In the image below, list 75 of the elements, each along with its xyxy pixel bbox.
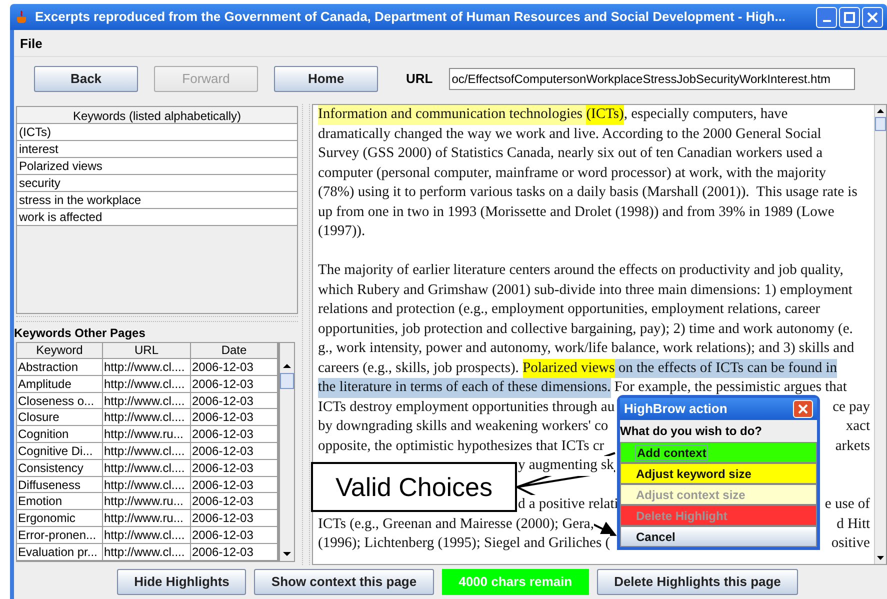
action-button[interactable]: Show context this page bbox=[254, 569, 434, 595]
scroll-thumb[interactable] bbox=[875, 117, 886, 131]
table-cell: 2006-12-03 bbox=[191, 392, 278, 410]
action-button[interactable]: Delete Highlights this page bbox=[597, 569, 798, 595]
table-cell: http://www.ru... bbox=[103, 426, 191, 443]
column-header[interactable]: Keyword bbox=[17, 343, 103, 359]
table-cell: Ergonomic bbox=[17, 510, 103, 527]
menu-item[interactable]: File bbox=[18, 34, 44, 53]
option-button[interactable]: Cancel bbox=[620, 526, 817, 547]
option-button[interactable]: Add context bbox=[620, 442, 817, 463]
callout-box: Valid Choices bbox=[311, 462, 517, 512]
url-field[interactable]: oc/EffectsofComputersonWorkplaceStressJobSecurityWorkInterest.htm bbox=[448, 68, 855, 90]
keyword-item[interactable]: stress in the workplace bbox=[17, 192, 297, 209]
table-cell: http://www.cl.... bbox=[103, 442, 191, 460]
table-cell: http://www.cl.... bbox=[103, 409, 191, 426]
minimize-button[interactable] bbox=[816, 6, 837, 28]
option-button[interactable]: Adjust keyword size bbox=[620, 463, 817, 484]
action-button[interactable]: Hide Highlights bbox=[117, 569, 246, 595]
section-title: Keywords Other Pages bbox=[14, 325, 146, 342]
table-cell: http://www.cl.... bbox=[103, 460, 191, 477]
table-cell: Closeness o... bbox=[17, 392, 103, 410]
table-cell: 2006-12-03 bbox=[191, 442, 278, 460]
dialog-question: What do you wish to do? bbox=[620, 423, 763, 440]
table-cell: http://www.cl.... bbox=[103, 476, 191, 494]
close-icon bbox=[867, 12, 878, 22]
table-cell: 2006-12-03 bbox=[191, 409, 278, 426]
dialog-title: HighBrow action bbox=[624, 400, 728, 418]
url-label: URL bbox=[406, 70, 433, 88]
table-cell: Emotion bbox=[17, 493, 103, 510]
close-icon bbox=[798, 404, 808, 414]
table-cell: 2006-12-03 bbox=[191, 544, 278, 561]
minimize-icon bbox=[822, 20, 830, 22]
keyword-item[interactable]: interest bbox=[17, 141, 297, 158]
table-cell: Abstraction bbox=[17, 359, 103, 376]
table-cell: Cognition bbox=[17, 426, 103, 443]
scrollbar[interactable] bbox=[874, 105, 886, 564]
table-cell: 2006-12-03 bbox=[191, 359, 278, 376]
table-cell: 2006-12-03 bbox=[191, 476, 278, 494]
maximize-button[interactable] bbox=[839, 6, 860, 28]
table-cell: 2006-12-03 bbox=[191, 376, 278, 393]
table-cell: 2006-12-03 bbox=[191, 460, 278, 477]
nav-button[interactable]: Back bbox=[34, 66, 138, 92]
table-cell: Evaluation pr... bbox=[17, 544, 103, 561]
window-title: Excerpts reproduced from the Government of Canada, Department of Human Resources and Social Development - High... bbox=[35, 8, 786, 26]
table-cell: http://www.cl.... bbox=[103, 359, 191, 376]
close-button[interactable] bbox=[793, 400, 813, 418]
keyword-item[interactable]: security bbox=[17, 175, 297, 192]
column-header[interactable]: URL bbox=[103, 343, 191, 359]
maximize-icon bbox=[844, 12, 855, 22]
table-cell: Cognitive Di... bbox=[17, 442, 103, 460]
table-cell: 2006-12-03 bbox=[191, 526, 278, 544]
table-cell: http://www.cl.... bbox=[103, 392, 191, 410]
keyword-item[interactable]: Polarized views bbox=[17, 158, 297, 175]
table-cell: Consistency bbox=[17, 460, 103, 477]
table-cell: Closure bbox=[17, 409, 103, 426]
scrollbar[interactable] bbox=[279, 342, 295, 562]
scroll-thumb[interactable] bbox=[280, 373, 294, 389]
table-cell: Amplitude bbox=[17, 376, 103, 393]
nav-button[interactable]: Home bbox=[274, 66, 378, 92]
keyword-item[interactable]: work is affected bbox=[17, 209, 297, 226]
column-header: Keywords (listed alphabetically) bbox=[17, 107, 297, 124]
table-cell: http://www.ru... bbox=[103, 493, 191, 510]
table-cell: Error-pronen... bbox=[17, 526, 103, 544]
column-header[interactable]: Date bbox=[191, 343, 278, 359]
table-cell: Diffuseness bbox=[17, 476, 103, 494]
status-indicator: 4000 chars remain bbox=[442, 569, 590, 595]
table-cell: 2006-12-03 bbox=[191, 426, 278, 443]
close-button[interactable] bbox=[862, 6, 883, 28]
table-cell: 2006-12-03 bbox=[191, 510, 278, 527]
table-cell: http://www.cl.... bbox=[103, 526, 191, 544]
table-cell: 2006-12-03 bbox=[191, 493, 278, 510]
table-cell: http://www.cl.... bbox=[103, 544, 191, 561]
table-cell: http://www.ru... bbox=[103, 510, 191, 527]
table-cell: http://www.cl.... bbox=[103, 376, 191, 393]
keyword-item[interactable]: (ICTs) bbox=[17, 124, 297, 141]
